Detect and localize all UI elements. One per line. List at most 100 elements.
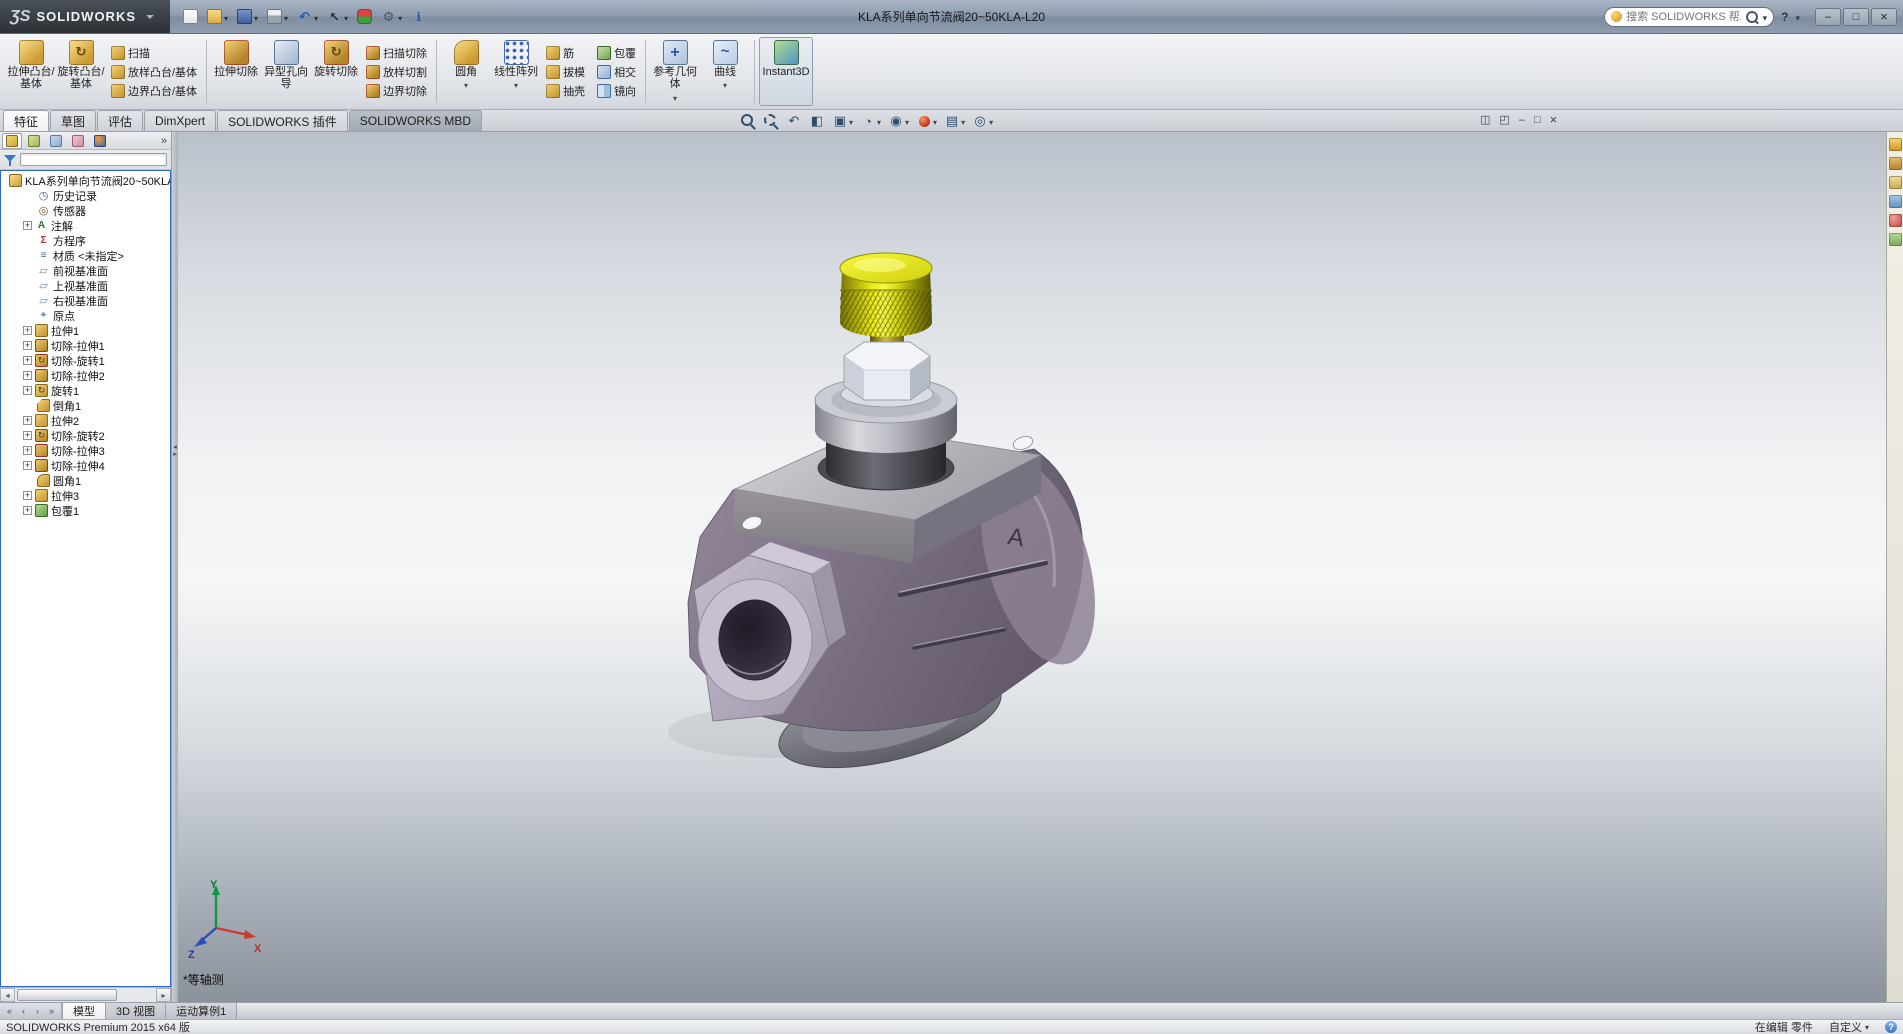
ribbon-button[interactable]: 线性阵列 bbox=[491, 37, 541, 106]
tree-item[interactable]: 材质 <未指定> bbox=[1, 248, 170, 263]
maximize-button[interactable] bbox=[1843, 7, 1869, 26]
help-caret-icon[interactable] bbox=[1795, 10, 1800, 24]
ribbon-button-small[interactable]: 边界切除 bbox=[364, 83, 429, 99]
tree-item[interactable]: 旋转1 bbox=[1, 383, 170, 398]
resources-icon[interactable] bbox=[1888, 138, 1902, 151]
tab-scroll-prev-icon[interactable] bbox=[17, 1006, 30, 1016]
tree-item[interactable]: 倒角1 bbox=[1, 398, 170, 413]
tree-item[interactable]: 上视基准面 bbox=[1, 278, 170, 293]
tree-item[interactable]: 切除-拉伸3 bbox=[1, 443, 170, 458]
tree-item[interactable]: 方程序 bbox=[1, 233, 170, 248]
qat-button[interactable] bbox=[324, 7, 351, 26]
command-tab[interactable]: DimXpert bbox=[144, 110, 217, 131]
ribbon-button-small[interactable]: 放样切割 bbox=[364, 64, 429, 80]
scrollbar-track[interactable] bbox=[15, 988, 156, 1002]
valve-model[interactable]: A P bbox=[668, 252, 1117, 786]
qat-button[interactable] bbox=[234, 7, 261, 26]
tree-item[interactable]: 拉伸3 bbox=[1, 488, 170, 503]
tree-item[interactable]: 前视基准面 bbox=[1, 263, 170, 278]
view-palette-icon[interactable] bbox=[1888, 195, 1902, 208]
tree-item[interactable]: 包覆1 bbox=[1, 503, 170, 518]
ribbon-button-small[interactable]: 拔模 bbox=[544, 64, 587, 80]
ribbon-button[interactable]: 旋转凸台/基体 bbox=[56, 37, 106, 106]
tree-item[interactable]: 拉伸1 bbox=[1, 323, 170, 338]
ribbon-button-small[interactable]: 放样凸台/基体 bbox=[109, 64, 199, 80]
tab-scroll-next-icon[interactable] bbox=[31, 1006, 44, 1016]
command-tab[interactable]: 特征 bbox=[3, 110, 50, 131]
ribbon-button[interactable]: 圆角 bbox=[441, 37, 491, 106]
expand-plus-icon[interactable] bbox=[23, 326, 32, 335]
doc-minimize-button[interactable] bbox=[1519, 114, 1525, 126]
ribbon-button[interactable]: 异型孔向导 bbox=[261, 37, 311, 106]
ribbon-button[interactable]: 拉伸凸台/基体 bbox=[6, 37, 56, 106]
qat-button[interactable] bbox=[264, 7, 291, 26]
hud-button[interactable] bbox=[886, 113, 911, 129]
tree-item[interactable]: 历史记录 bbox=[1, 188, 170, 203]
ribbon-button-small[interactable]: 筋 bbox=[544, 45, 587, 61]
manager-tab[interactable] bbox=[68, 133, 88, 149]
command-tab[interactable]: 草图 bbox=[50, 110, 97, 131]
file-explorer-icon[interactable] bbox=[1888, 176, 1902, 189]
search-icon[interactable] bbox=[1745, 10, 1759, 24]
close-button[interactable] bbox=[1871, 7, 1897, 26]
qat-button[interactable] bbox=[378, 7, 405, 26]
ribbon-button[interactable]: Instant3D bbox=[759, 37, 814, 106]
command-tab[interactable]: SOLIDWORKS MBD bbox=[348, 110, 483, 131]
ribbon-button[interactable]: 参考几何体 bbox=[650, 37, 700, 106]
hud-button[interactable] bbox=[738, 113, 758, 129]
design-library-icon[interactable] bbox=[1888, 157, 1902, 170]
manager-tab[interactable] bbox=[2, 132, 22, 149]
filter-funnel-icon[interactable] bbox=[4, 154, 16, 166]
tab-scroll-last-icon[interactable] bbox=[45, 1006, 58, 1016]
qat-button[interactable] bbox=[204, 7, 231, 26]
manager-tabs-overflow-icon[interactable] bbox=[161, 135, 169, 147]
scroll-left-icon[interactable] bbox=[0, 988, 15, 1002]
ribbon-button-small[interactable]: 扫描切除 bbox=[364, 45, 429, 61]
hud-button[interactable] bbox=[807, 113, 827, 129]
ribbon-button-small[interactable]: 包覆 bbox=[595, 45, 638, 61]
command-tab[interactable]: 评估 bbox=[97, 110, 144, 131]
hud-button[interactable] bbox=[858, 113, 883, 129]
expand-plus-icon[interactable] bbox=[23, 221, 32, 230]
tree-item[interactable]: 拉伸2 bbox=[1, 413, 170, 428]
appearances-icon[interactable] bbox=[1888, 214, 1902, 227]
viewport-layout-icon[interactable] bbox=[1499, 113, 1509, 126]
ribbon-button-small[interactable]: 镜向 bbox=[595, 83, 638, 99]
expand-plus-icon[interactable] bbox=[23, 446, 32, 455]
hud-button[interactable] bbox=[970, 113, 995, 129]
minimize-button[interactable] bbox=[1815, 7, 1841, 26]
tab-scroll-first-icon[interactable] bbox=[3, 1006, 16, 1016]
bottom-tab[interactable]: 3D 视图 bbox=[106, 1003, 167, 1019]
tree-item[interactable]: 切除-拉伸1 bbox=[1, 338, 170, 353]
tree-item[interactable]: 注解 bbox=[1, 218, 170, 233]
bottom-tab[interactable]: 模型 bbox=[62, 1003, 106, 1019]
expand-plus-icon[interactable] bbox=[23, 461, 32, 470]
help-button[interactable] bbox=[1781, 10, 1788, 24]
hud-button[interactable] bbox=[942, 113, 967, 129]
tree-item[interactable]: 切除-旋转1 bbox=[1, 353, 170, 368]
doc-restore-button[interactable] bbox=[1534, 114, 1541, 126]
tree-horizontal-scrollbar[interactable] bbox=[0, 987, 171, 1002]
ribbon-button-small[interactable]: 相交 bbox=[595, 64, 638, 80]
hud-button[interactable] bbox=[784, 113, 804, 129]
help-search-input[interactable] bbox=[1626, 10, 1741, 23]
hud-button[interactable] bbox=[830, 113, 855, 129]
qat-button[interactable] bbox=[294, 7, 321, 26]
tree-item[interactable]: 传感器 bbox=[1, 203, 170, 218]
graphics-viewport[interactable]: A P bbox=[178, 132, 1886, 1002]
ribbon-button[interactable]: 曲线 bbox=[700, 37, 750, 106]
status-help-icon[interactable] bbox=[1885, 1021, 1897, 1033]
tree-item[interactable]: 圆角1 bbox=[1, 473, 170, 488]
qat-button[interactable] bbox=[408, 7, 429, 26]
qat-button[interactable] bbox=[180, 7, 201, 26]
hud-button[interactable] bbox=[761, 113, 781, 129]
help-search-box[interactable] bbox=[1604, 6, 1775, 27]
expand-plus-icon[interactable] bbox=[23, 341, 32, 350]
split-pane-icon[interactable] bbox=[1480, 113, 1490, 126]
tree-item[interactable]: 右视基准面 bbox=[1, 293, 170, 308]
expand-plus-icon[interactable] bbox=[23, 431, 32, 440]
scroll-right-icon[interactable] bbox=[156, 988, 171, 1002]
model-3d-view[interactable]: A P bbox=[178, 132, 1886, 1002]
app-menu[interactable]: ƷS SOLIDWORKS bbox=[0, 0, 171, 33]
hud-button[interactable] bbox=[914, 113, 939, 129]
